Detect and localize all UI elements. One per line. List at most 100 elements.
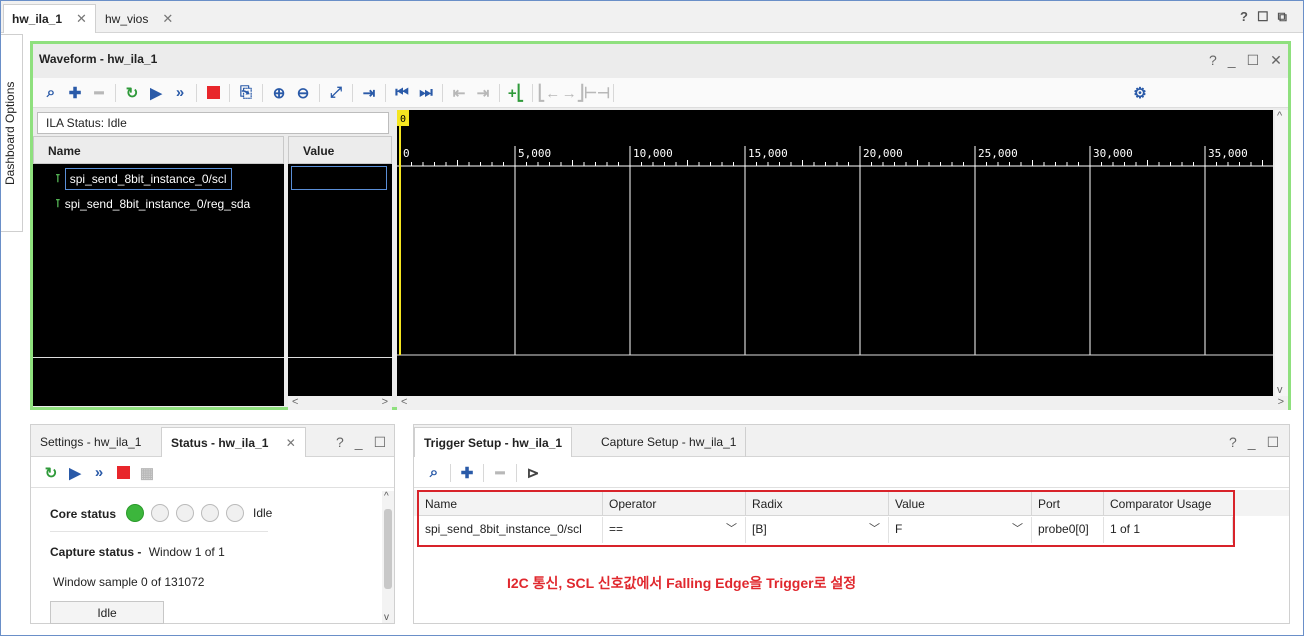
auto-rerun-icon[interactable]: ↻ [120,82,144,104]
trigger-condition-icon[interactable]: ⊳ [521,462,545,484]
minimize-icon[interactable]: _ [1248,434,1256,451]
next-transition-icon[interactable]: ⇥ [471,82,495,104]
restore-icon[interactable]: ☐ [1257,9,1269,25]
help-icon[interactable]: ? [1209,52,1217,69]
zoom-in-icon[interactable]: ⊕ [267,82,291,104]
column-header-comparator-usage[interactable]: Comparator Usage [1104,492,1233,516]
previous-transition-icon[interactable]: ⇤ [447,82,471,104]
go-to-cursor-icon[interactable]: ⇥ [357,82,381,104]
toolbar-separator [532,83,533,102]
stop-icon[interactable] [201,82,225,104]
toolbar-separator [352,83,353,102]
operator-select[interactable]: == ﹀ [603,517,746,543]
remove-icon[interactable]: ━ [488,462,512,484]
export-icon[interactable]: ⎘ [234,82,258,104]
window-sample-text: Window sample 0 of 131072 [53,575,205,589]
capture-status-label: Capture status - [50,545,142,559]
horizontal-scrollbar[interactable]: < > [288,396,392,410]
vertical-scrollbar[interactable]: ^ v [1275,110,1288,396]
panel-controls: ? _ ☐ ✕ [1209,52,1282,69]
chevron-left-icon[interactable]: < [292,396,298,408]
tab-trigger-setup[interactable]: Trigger Setup - hw_ila_1 [414,427,573,457]
signal-row-reg-sda[interactable]: ⊺ spi_send_8bit_instance_0/reg_sda [55,193,250,215]
swap-cursors-icon[interactable]: ⊢⊣ [584,82,610,104]
run-immediate-icon[interactable]: » [168,82,192,104]
chevron-down-icon[interactable]: v [1277,384,1283,396]
device-icon[interactable]: ▦ [135,462,159,484]
run-trigger-icon[interactable]: ▶ [144,82,168,104]
next-marker-icon[interactable]: →⎦ [561,82,585,104]
toolbar-separator [196,83,197,102]
value-cell-selected[interactable] [291,166,387,190]
add-marker-icon[interactable]: +⎣ [504,82,528,104]
status-dot [226,504,244,522]
go-to-end-icon[interactable]: ⏭ [414,82,438,104]
auto-rerun-icon[interactable]: ↻ [39,462,63,484]
maximize-icon[interactable]: ☐ [1247,52,1260,69]
tab-hw-vios[interactable]: hw_vios ✕ [97,4,181,33]
zoom-fit-icon[interactable]: ⤢ [324,82,348,104]
ila-status-value: Idle [107,116,127,130]
name-column-header[interactable]: Name [33,136,284,164]
remove-icon[interactable]: ━ [87,82,111,104]
column-header-name[interactable]: Name [419,492,603,516]
chevron-down-icon[interactable]: v [384,612,389,623]
signal-row-scl[interactable]: ⊺ spi_send_8bit_instance_0/scl [55,168,232,190]
maximize-icon[interactable]: ☐ [1267,434,1280,451]
value-select[interactable]: F ﹀ [889,517,1032,543]
close-icon[interactable]: ✕ [1270,52,1282,69]
help-icon[interactable]: ? [336,434,344,451]
chevron-up-icon[interactable]: ^ [1277,110,1282,122]
vertical-scrollbar[interactable]: ^ v [382,491,394,623]
minimize-icon[interactable]: _ [1228,52,1236,69]
chevron-down-icon[interactable]: ﹀ [1012,517,1023,541]
scrollbar-thumb[interactable] [384,509,392,589]
tab-hw-ila-1[interactable]: hw_ila_1 ✕ [3,4,96,33]
close-icon[interactable]: ✕ [162,5,173,33]
run-trigger-icon[interactable]: ▶ [63,462,87,484]
chevron-right-icon[interactable]: > [382,396,388,408]
tab-status[interactable]: Status - hw_ila_1 ✕ [161,427,306,457]
add-icon[interactable]: ✚ [455,462,479,484]
zoom-out-icon[interactable]: ⊖ [291,82,315,104]
column-header-port[interactable]: Port [1032,492,1104,516]
add-icon[interactable]: ✚ [63,82,87,104]
chevron-right-icon[interactable]: > [1278,396,1284,408]
horizontal-scrollbar[interactable]: < > [397,396,1288,410]
stop-icon[interactable] [111,462,135,484]
ruler-tick-label: 15,000 [748,147,788,160]
tab-settings[interactable]: Settings - hw_ila_1 [31,427,150,457]
waveform-area[interactable]: 0 5,000 10,000 15,000 20,000 25,000 30,000 35,0… [397,110,1273,396]
column-header-operator[interactable]: Operator [603,492,746,516]
chevron-down-icon[interactable]: ﹀ [869,517,880,541]
value-column-header[interactable]: Value [288,136,392,164]
help-icon[interactable]: ? [1229,434,1237,451]
go-to-start-icon[interactable]: ⏮ [390,82,414,104]
idle-status-button[interactable]: Idle [50,601,164,624]
radix-select[interactable]: [B] ﹀ [746,517,889,543]
run-immediate-icon[interactable]: » [87,462,111,484]
capture-status-value: Window 1 of 1 [148,545,225,559]
signal-value-panel: Value [288,136,392,406]
chevron-left-icon[interactable]: < [401,396,407,408]
toolbar-separator [450,463,451,482]
cursor-label: 0 [400,114,406,125]
tab-capture-setup[interactable]: Capture Setup - hw_ila_1 [592,427,747,457]
minimize-icon[interactable]: _ [355,434,363,451]
trigger-name-cell[interactable]: spi_send_8bit_instance_0/scl [419,517,603,543]
close-icon[interactable]: ✕ [76,5,87,33]
dashboard-options-tab[interactable]: Dashboard Options [1,34,23,232]
previous-marker-icon[interactable]: ⎣← [537,82,561,104]
column-header-radix[interactable]: Radix [746,492,889,516]
float-icon[interactable]: ⧉ [1278,9,1287,25]
search-icon[interactable]: ⌕ [422,462,446,484]
chevron-down-icon[interactable]: ﹀ [726,517,737,541]
close-icon[interactable]: ✕ [286,436,296,450]
chevron-up-icon[interactable]: ^ [384,491,389,502]
column-header-value[interactable]: Value [889,492,1032,516]
search-icon[interactable]: ⌕ [39,82,63,104]
side-tab-label: Dashboard Options [3,81,17,185]
help-icon[interactable]: ? [1240,9,1248,25]
gear-icon[interactable]: ⚙ [1128,82,1152,104]
maximize-icon[interactable]: ☐ [374,434,387,451]
